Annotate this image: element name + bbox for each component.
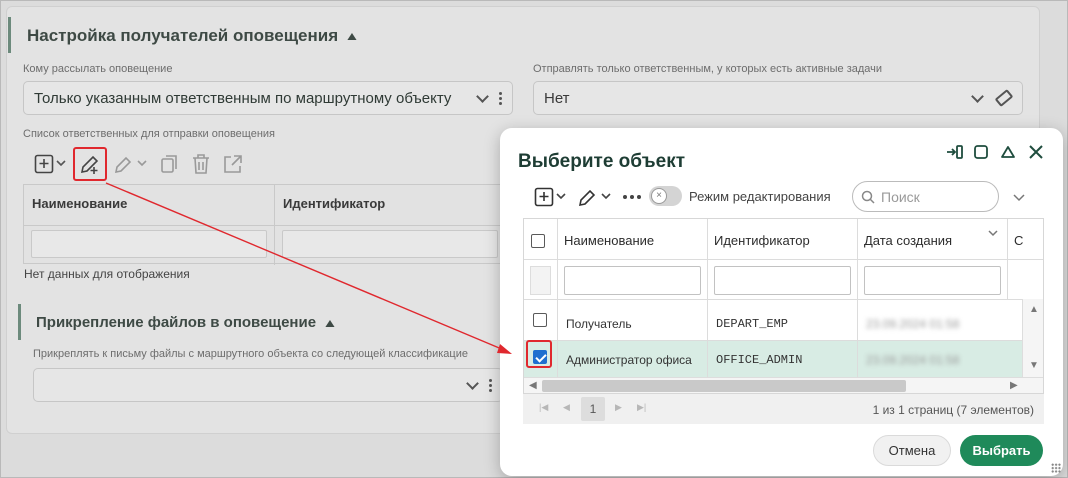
maximize-button[interactable]: [972, 143, 990, 161]
scroll-down-icon[interactable]: ▼: [1029, 360, 1039, 371]
filter-date-input[interactable]: [864, 266, 1001, 295]
filter-spacer: [530, 266, 551, 295]
edit-dropdown-button[interactable]: [577, 186, 613, 208]
close-icon: [1029, 145, 1043, 159]
only-active-label: Отправлять только ответственным, у котор…: [533, 63, 883, 75]
highlight-box-checkbox: [526, 340, 552, 368]
external-link-icon: [224, 155, 242, 173]
copy-button[interactable]: [159, 153, 181, 175]
pager: |◀ ◀ 1 ▶ ▶| 1 из 1 страниц (7 элементов): [523, 394, 1044, 424]
search-icon: [861, 190, 875, 204]
delete-button[interactable]: [190, 152, 212, 176]
chevron-down-icon: [1013, 194, 1025, 202]
vertical-scrollbar[interactable]: ▲ ▼: [1022, 299, 1043, 377]
scroll-right-icon[interactable]: ▶: [1010, 380, 1018, 391]
column-header-identifier[interactable]: Идентификатор: [283, 196, 385, 211]
dock-window-button[interactable]: [946, 143, 964, 161]
edit-mode-toggle[interactable]: ×: [649, 186, 682, 206]
horizontal-scrollbar[interactable]: ◀ ▶: [524, 377, 1043, 393]
chevron-down-icon[interactable]: [466, 376, 479, 390]
close-button[interactable]: [1027, 143, 1045, 161]
more-actions-button[interactable]: [621, 186, 643, 208]
column-header-name[interactable]: Наименование: [564, 233, 654, 248]
row-name: Администратор офиса: [566, 353, 692, 367]
dock-icon: [947, 145, 963, 159]
no-data-message: Нет данных для отображения: [24, 267, 190, 281]
horizontal-scroll-thumb[interactable]: [542, 380, 906, 392]
add-square-icon: [34, 154, 66, 174]
section-notify-header[interactable]: Настройка получателей оповещения ▲: [27, 26, 360, 46]
copy-icon: [161, 155, 177, 173]
collapse-caret-icon[interactable]: ▲: [322, 316, 337, 330]
pencil-icon: [578, 189, 611, 207]
select-button[interactable]: Выбрать: [960, 435, 1043, 466]
add-dropdown-button[interactable]: [534, 186, 568, 208]
column-header-extra[interactable]: С: [1014, 233, 1023, 248]
clear-eraser-icon[interactable]: [994, 89, 1014, 107]
send-to-label: Кому рассылать оповещение: [23, 63, 173, 75]
add-square-icon: [534, 187, 566, 207]
attach-files-label: Прикреплять к письму файлы с маршрутного…: [33, 348, 468, 360]
collapse-triangle-icon: [1001, 146, 1015, 158]
select-object-dialog: Выберите объект × Режим редактирования П…: [500, 128, 1063, 476]
current-page-button[interactable]: 1: [581, 397, 605, 421]
prev-page-icon[interactable]: ◀: [563, 402, 570, 413]
section-files-header[interactable]: Прикрепление файлов в оповещение ▲: [36, 314, 338, 331]
attach-classification-select[interactable]: [33, 368, 503, 402]
send-to-select[interactable]: Только указанным ответственным по маршру…: [23, 81, 513, 115]
row-checkbox[interactable]: [533, 313, 547, 327]
only-active-value: Нет: [544, 89, 570, 107]
column-header-date-created[interactable]: Дата создания: [864, 233, 952, 248]
objects-grid: Наименование Идентификатор Дата создания…: [523, 218, 1044, 394]
row-date-created: 23.09.2024 01:58: [866, 317, 960, 331]
row-identifier: DEPART_EMP: [716, 317, 789, 331]
edit-mode-label: Режим редактирования: [689, 189, 831, 204]
row-name: Получатель: [566, 317, 632, 331]
resize-grip-icon[interactable]: [1051, 463, 1061, 473]
more-horizontal-icon: [623, 195, 641, 199]
chevron-down-icon[interactable]: [971, 89, 984, 103]
edit-dropdown-button[interactable]: [113, 153, 149, 175]
first-page-icon[interactable]: |◀: [539, 402, 548, 413]
highlight-box-edit-button: [73, 147, 107, 181]
add-dropdown-button[interactable]: [34, 153, 68, 175]
column-header-identifier[interactable]: Идентификатор: [714, 233, 810, 248]
section-accent-bar: [18, 304, 21, 340]
more-vertical-icon[interactable]: [499, 91, 502, 105]
maximize-icon: [974, 145, 988, 159]
trash-icon: [193, 154, 209, 174]
search-field[interactable]: [852, 181, 999, 212]
filter-identifier-input[interactable]: [714, 266, 851, 295]
column-header-name[interactable]: Наименование: [32, 196, 127, 211]
send-to-value: Только указанным ответственным по маршру…: [34, 89, 452, 107]
filter-name-input[interactable]: [564, 266, 701, 295]
pencil-icon: [114, 156, 147, 174]
next-page-icon[interactable]: ▶: [615, 402, 622, 413]
collapse-caret-icon[interactable]: ▲: [344, 29, 359, 43]
only-active-select[interactable]: Нет: [533, 81, 1023, 115]
collapse-button[interactable]: [999, 143, 1017, 161]
toggle-knob-x-icon: ×: [651, 188, 667, 204]
row-identifier: OFFICE_ADMIN: [716, 353, 803, 367]
section-accent-bar: [8, 17, 11, 53]
dialog-title: Выберите объект: [518, 151, 686, 172]
column-menu-chevron-icon[interactable]: [987, 227, 999, 239]
open-external-button[interactable]: [222, 153, 244, 175]
more-vertical-icon[interactable]: [489, 378, 492, 392]
section-files-title: Прикрепление файлов в оповещение: [36, 314, 317, 331]
row-date-created: 23.09.2024 01:58: [866, 353, 960, 367]
section-notify-title: Настройка получателей оповещения: [27, 26, 339, 45]
select-all-checkbox[interactable]: [531, 234, 545, 248]
scroll-up-icon[interactable]: ▲: [1029, 304, 1039, 315]
toolbar-expand-button[interactable]: [1012, 190, 1026, 204]
scroll-left-icon[interactable]: ◀: [529, 380, 537, 391]
responsible-list-label: Список ответственных для отправки оповещ…: [23, 128, 276, 140]
filter-identifier-input[interactable]: [282, 230, 498, 258]
search-input[interactable]: [879, 187, 989, 206]
chevron-down-icon[interactable]: [476, 89, 489, 103]
pager-info: 1 из 1 страниц (7 элементов): [872, 403, 1034, 417]
cancel-button[interactable]: Отмена: [873, 435, 951, 466]
last-page-icon[interactable]: ▶|: [637, 402, 646, 413]
filter-name-input[interactable]: [31, 230, 267, 258]
